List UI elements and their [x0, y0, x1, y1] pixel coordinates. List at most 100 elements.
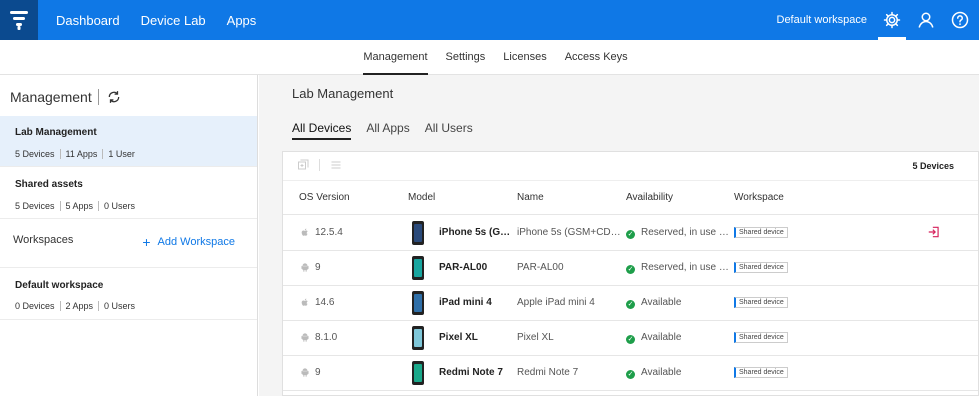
logo-icon — [10, 11, 28, 30]
login-icon[interactable] — [927, 225, 941, 239]
tab-licenses[interactable]: Licenses — [503, 40, 546, 75]
page-title: Lab Management — [292, 86, 394, 101]
workspace-badge: Shared device — [734, 262, 788, 273]
list-menu-icon[interactable] — [330, 159, 342, 171]
check-circle-icon: ✓ — [626, 300, 635, 309]
add-to-group-icon[interactable] — [297, 159, 309, 171]
apple-icon — [301, 228, 308, 236]
android-icon — [301, 333, 309, 342]
brand-logo[interactable] — [0, 0, 38, 40]
model-cell[interactable]: Redmi Note 7 — [439, 367, 513, 378]
sidebar-item-label: Default workspace — [15, 280, 104, 291]
os-version-cell: 8.1.0 — [315, 332, 338, 343]
sidebar-item-stats: 5 Devices 11 Apps 1 User — [15, 149, 135, 159]
check-circle-icon: ✓ — [626, 335, 635, 344]
android-icon — [301, 368, 309, 377]
workspaces-header: Workspaces + Add Workspace — [0, 219, 257, 268]
app-count: 5 Apps — [65, 201, 94, 211]
model-cell[interactable]: Pixel XL — [439, 332, 513, 343]
settings-button[interactable] — [877, 0, 907, 40]
workspace-badge: Shared device — [734, 367, 788, 378]
main-content: Lab Management All Devices All Apps All … — [259, 75, 979, 396]
name-cell: iPhone 5s (GSM+CD… — [517, 227, 621, 238]
tab-all-devices[interactable]: All Devices — [292, 121, 352, 140]
sidebar-item-label: Shared assets — [15, 179, 83, 190]
app-count: 11 Apps — [65, 149, 98, 159]
availability-text: Available — [641, 297, 682, 308]
model-cell[interactable]: iPhone 5s (G… — [439, 227, 513, 238]
column-availability[interactable]: Availability — [626, 192, 673, 203]
workspace-badge: Shared device — [734, 332, 788, 343]
user-button[interactable] — [911, 0, 941, 40]
tab-all-users[interactable]: All Users — [425, 121, 473, 140]
plus-icon: + — [142, 234, 151, 250]
tab-management[interactable]: Management — [363, 40, 428, 75]
name-cell: PAR-AL00 — [517, 262, 564, 273]
sidebar-item-label: Lab Management — [15, 127, 97, 138]
sidebar-title: Management — [10, 89, 92, 105]
os-version-cell: 12.5.4 — [315, 227, 343, 238]
nav-dashboard[interactable]: Dashboard — [56, 13, 120, 28]
table-row[interactable]: 9 PAR-AL00 PAR-AL00 ✓ Reserved, in use … Shar… — [283, 251, 978, 286]
device-thumbnail — [412, 221, 424, 245]
workspace-selector[interactable]: Default workspace — [777, 14, 868, 26]
sidebar-item-stats: 5 Devices 5 Apps 0 Users — [15, 201, 135, 211]
column-os-version[interactable]: OS Version — [299, 192, 350, 203]
top-right-controls: Default workspace — [777, 0, 979, 40]
nav-apps[interactable]: Apps — [227, 13, 257, 28]
devices-table-card: 5 Devices OS Version Model Name Availabi… — [282, 151, 979, 396]
check-circle-icon: ✓ — [626, 265, 635, 274]
name-cell: Redmi Note 7 — [517, 367, 579, 378]
add-workspace-button[interactable]: + Add Workspace — [142, 234, 235, 250]
workspaces-label: Workspaces — [13, 234, 74, 246]
column-model[interactable]: Model — [408, 192, 435, 203]
availability-text: Reserved, in use … — [641, 227, 728, 238]
apple-icon — [301, 298, 308, 306]
column-workspace[interactable]: Workspace — [734, 192, 784, 203]
workspace-badge: Shared device — [734, 227, 788, 238]
user-icon — [918, 12, 934, 28]
name-cell: Apple iPad mini 4 — [517, 297, 595, 308]
tab-settings[interactable]: Settings — [446, 40, 486, 75]
add-workspace-label: Add Workspace — [157, 236, 235, 248]
workspace-badge: Shared device — [734, 297, 788, 308]
device-count: 5 Devices — [15, 201, 55, 211]
sidebar-item-shared-assets[interactable]: Shared assets 5 Devices 5 Apps 0 Users — [0, 167, 257, 219]
table-row[interactable]: 9 Redmi Note 7 Redmi Note 7 ✓ Available Share… — [283, 356, 978, 391]
refresh-icon[interactable] — [107, 90, 121, 104]
column-name[interactable]: Name — [517, 192, 544, 203]
availability-cell: ✓ Available — [626, 367, 728, 379]
device-tabs: All Devices All Apps All Users — [292, 121, 488, 140]
availability-cell: ✓ Reserved, in use … — [626, 262, 728, 274]
tab-all-apps[interactable]: All Apps — [366, 121, 409, 140]
model-cell[interactable]: iPad mini 4 — [439, 297, 513, 308]
sidebar-item-stats: 0 Devices 2 Apps 0 Users — [15, 301, 135, 311]
device-count-label: 5 Devices — [912, 161, 954, 171]
top-bar: Dashboard Device Lab Apps Default worksp… — [0, 0, 979, 40]
divider — [97, 89, 99, 105]
android-icon — [301, 263, 309, 272]
os-version-cell: 9 — [315, 367, 321, 378]
availability-cell: ✓ Available — [626, 297, 728, 309]
availability-cell: ✓ Reserved, in use … — [626, 227, 728, 239]
user-count: 1 User — [108, 149, 135, 159]
table-header: OS Version Model Name Availability Works… — [283, 181, 978, 215]
table-row[interactable]: 14.6 iPad mini 4 Apple iPad mini 4 ✓ Availab… — [283, 286, 978, 321]
device-thumbnail — [412, 326, 424, 350]
help-icon — [951, 11, 969, 29]
sidebar-item-default-workspace[interactable]: Default workspace 0 Devices 2 Apps 0 Use… — [0, 268, 257, 320]
os-version-cell: 14.6 — [315, 297, 335, 308]
availability-text: Reserved, in use … — [641, 262, 728, 273]
help-button[interactable] — [945, 0, 975, 40]
device-thumbnail — [412, 361, 424, 385]
check-circle-icon: ✓ — [626, 370, 635, 379]
table-row[interactable]: 12.5.4 iPhone 5s (G… iPhone 5s (GSM+CD… ✓ Re… — [283, 216, 978, 251]
nav-device-lab[interactable]: Device Lab — [141, 13, 206, 28]
user-count: 0 Users — [104, 301, 136, 311]
settings-gear-icon — [883, 11, 901, 29]
table-row[interactable]: 8.1.0 Pixel XL Pixel XL ✓ Available Shared de… — [283, 321, 978, 356]
tab-access-keys[interactable]: Access Keys — [565, 40, 628, 75]
sidebar-item-lab-management[interactable]: Lab Management 5 Devices 11 Apps 1 User — [0, 116, 257, 167]
model-cell[interactable]: PAR-AL00 — [439, 262, 513, 273]
availability-cell: ✓ Available — [626, 332, 728, 344]
